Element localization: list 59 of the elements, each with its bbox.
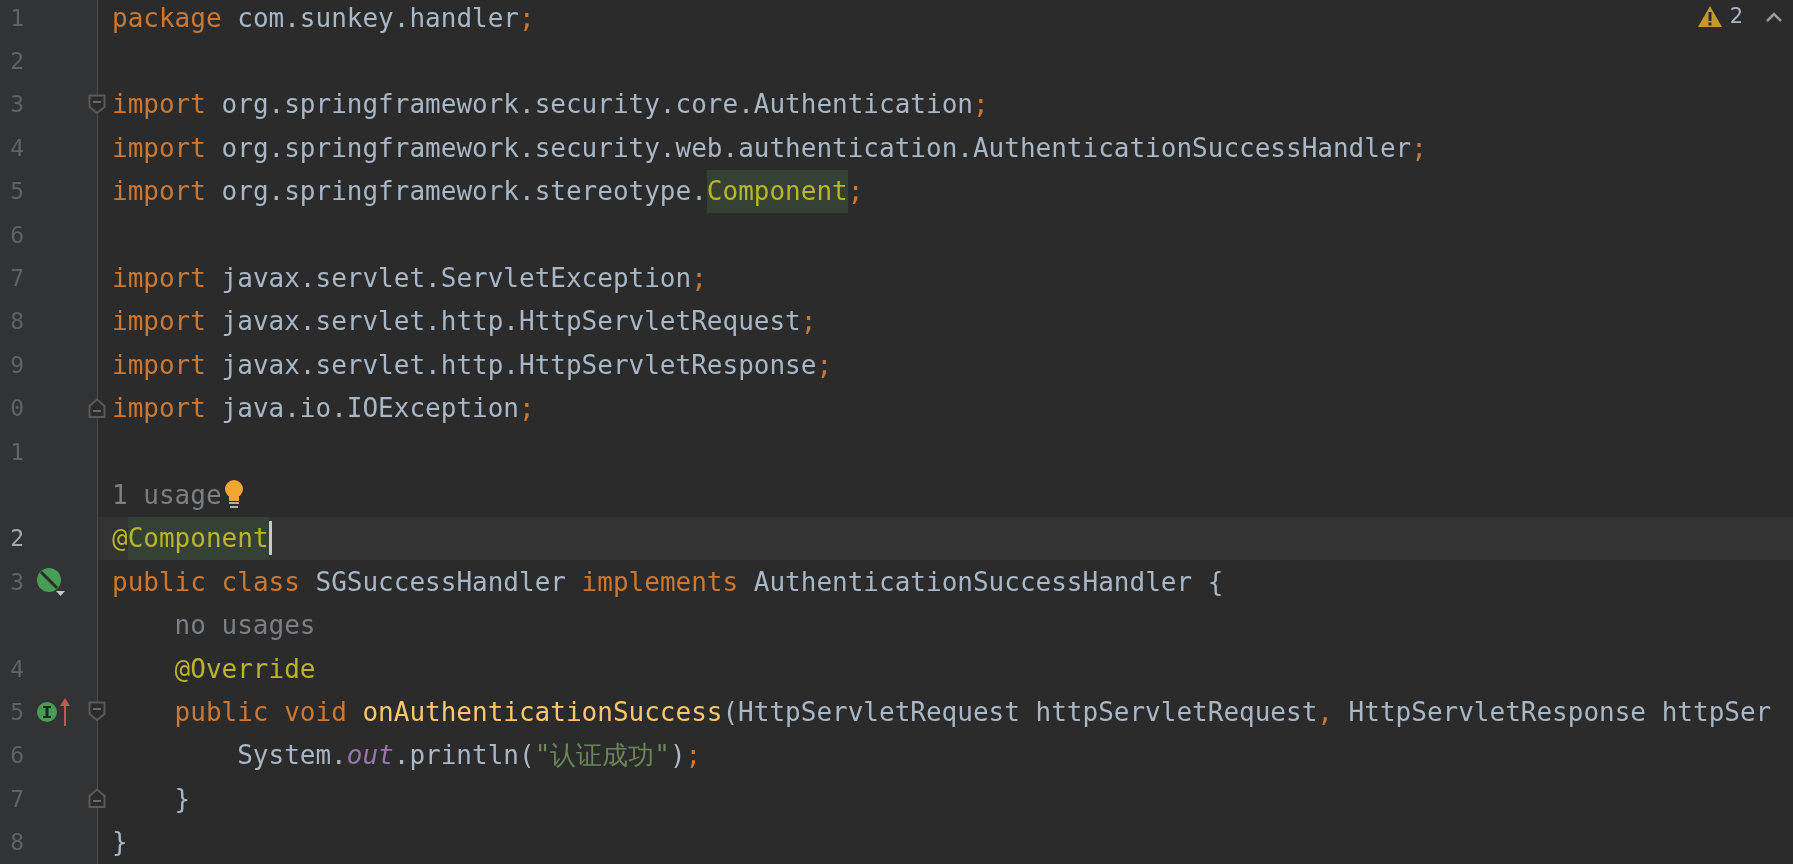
punctuation: ; xyxy=(691,263,707,294)
keyword: public class xyxy=(112,566,301,597)
code-text: org.springframework.stereotype. xyxy=(221,176,707,207)
annotation: Component xyxy=(127,516,269,560)
fold-marker-icon[interactable] xyxy=(88,397,106,419)
punctuation: ; xyxy=(800,306,817,337)
usage-hint[interactable]: no usages xyxy=(174,610,316,641)
punctuation: ; xyxy=(685,740,702,771)
code-text: AuthenticationSuccessHandler { xyxy=(753,566,1224,597)
punctuation: ; xyxy=(1411,132,1427,163)
annotation: @Override xyxy=(174,653,316,684)
fold-marker-icon[interactable] xyxy=(88,788,106,810)
method-name: onAuthenticationSuccess xyxy=(362,696,723,727)
up-arrow-icon xyxy=(60,697,70,726)
keyword: public void xyxy=(174,696,348,727)
annotation: Component xyxy=(706,169,848,213)
static-field: out xyxy=(346,740,394,771)
keyword: import xyxy=(112,349,207,380)
code-text: org.springframework.security.core.Authentication xyxy=(221,89,973,120)
punctuation: ; xyxy=(816,349,833,380)
keyword: implements xyxy=(581,566,740,597)
keyword: import xyxy=(112,263,207,294)
code-text: HttpServletResponse httpSer xyxy=(1348,696,1772,727)
lightbulb-icon[interactable] xyxy=(224,479,244,510)
keyword: import xyxy=(112,306,207,337)
punctuation: ; xyxy=(972,89,989,120)
code-text: javax.servlet.ServletException xyxy=(221,263,692,294)
interface-icon xyxy=(36,700,58,723)
chevron-up-icon xyxy=(1765,10,1783,22)
punctuation: , xyxy=(1317,696,1334,727)
keyword: package xyxy=(112,2,223,33)
annotation: @ xyxy=(112,523,128,554)
code-text: } xyxy=(112,827,128,858)
fold-marker-icon[interactable] xyxy=(88,93,106,115)
punctuation: ; xyxy=(519,2,535,33)
usage-hint[interactable]: 1 usage xyxy=(112,480,222,510)
code-text: javax.servlet.http.HttpServletRequest xyxy=(221,306,801,337)
keyword: import xyxy=(112,89,207,120)
keyword: import xyxy=(112,393,207,424)
code-text: SGSuccessHandler xyxy=(315,566,567,597)
punctuation: ; xyxy=(519,393,535,424)
punctuation: ; xyxy=(847,176,864,207)
fold-marker-icon[interactable] xyxy=(88,701,106,723)
code-text: } xyxy=(174,783,191,814)
slashed-circle-icon xyxy=(36,566,66,597)
code-text: (HttpServletRequest httpServletRequest xyxy=(722,696,1318,727)
warning-icon xyxy=(1697,5,1722,27)
code-text: org.springframework.security.web.authentication.AuthenticationSuccessHandler xyxy=(221,132,1412,163)
code-text: .println( xyxy=(393,740,535,771)
keyword: import xyxy=(112,132,207,163)
code-text: javax.servlet.http.HttpServletResponse xyxy=(221,349,817,380)
keyword: import xyxy=(112,176,207,207)
code-text: ) xyxy=(669,740,686,771)
line-number: 2 xyxy=(9,525,24,552)
code-text: java.io.IOException xyxy=(221,393,519,424)
code-text: com.sunkey.handler xyxy=(237,2,519,33)
string-literal: "认证成功" xyxy=(534,738,670,772)
warning-count[interactable]: 2 xyxy=(1729,4,1743,28)
code-text: System. xyxy=(237,740,347,771)
